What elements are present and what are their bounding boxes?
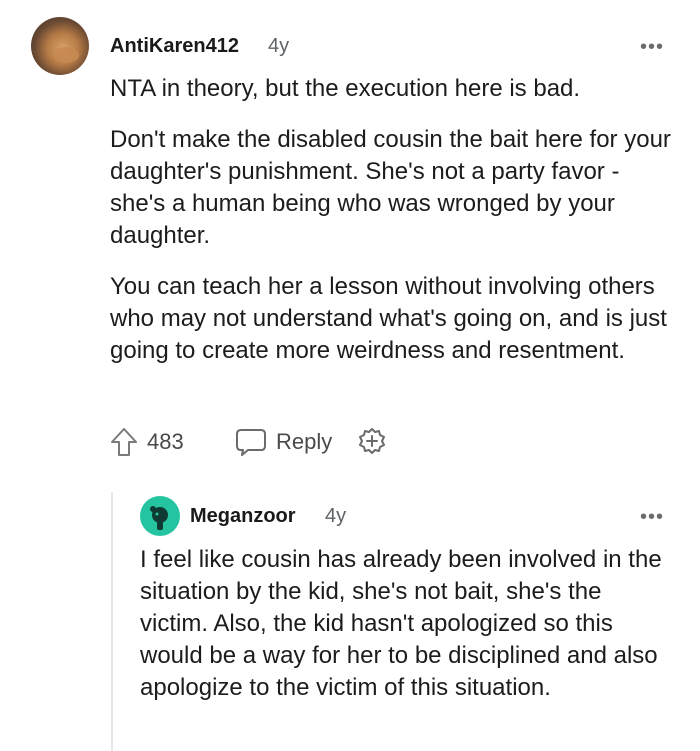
reply-button[interactable]: Reply [276,429,332,455]
reply-body: I feel like cousin has already been invo… [140,546,662,701]
commenter-avatar[interactable] [31,17,89,75]
comment-paragraph-3: You can teach her a lesson without invol… [110,273,667,364]
comment-paragraph-1: NTA in theory, but the execution here is… [110,75,581,102]
reply-more-options-icon[interactable]: ••• [640,506,664,529]
reply-username[interactable]: Meganzoor [190,505,296,528]
thread-line[interactable] [111,492,113,751]
comment-age: 4y [268,35,290,57]
reply-age: 4y [325,505,347,527]
commenter-username[interactable]: AntiKaren412 [110,35,239,58]
upvote-arrow-icon[interactable] [110,427,138,457]
award-plus-icon[interactable] [356,427,388,459]
reply-avatar[interactable] [140,496,180,536]
vote-count: 483 [147,429,184,454]
comment-paragraph-2: Don't make the disabled cousin the bait … [110,126,671,249]
more-options-icon[interactable]: ••• [640,36,664,59]
speech-bubble-icon[interactable] [235,427,267,457]
